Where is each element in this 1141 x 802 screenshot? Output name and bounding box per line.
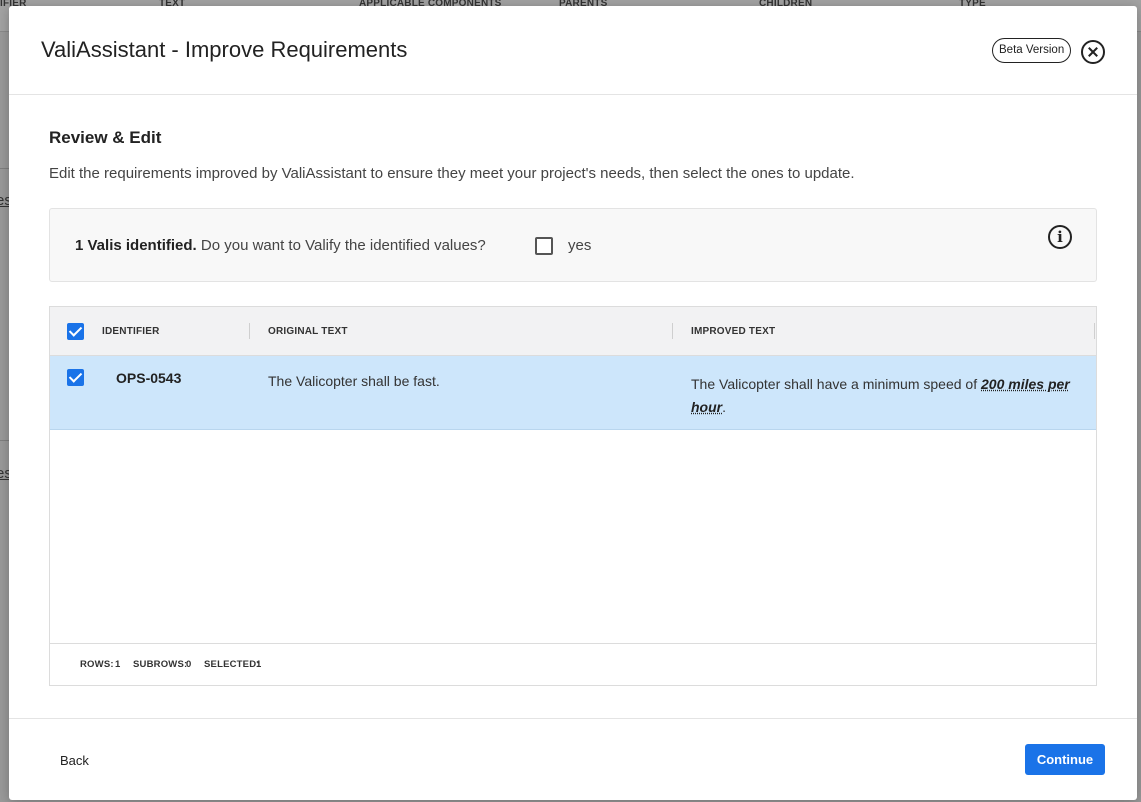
rows-label: ROWS:: [80, 659, 114, 670]
column-resize-handle[interactable]: [672, 323, 673, 339]
dialog-footer: Back Continue: [9, 718, 1137, 800]
selected-count: 1: [256, 659, 262, 670]
row-identifier: OPS-0543: [116, 370, 182, 386]
valify-yes-label[interactable]: yes: [568, 237, 591, 254]
info-icon[interactable]: i: [1048, 225, 1072, 249]
column-header-identifier[interactable]: IDENTIFIER: [102, 326, 160, 337]
subrows-count: 0: [186, 659, 192, 670]
row-select-checkbox[interactable]: [67, 369, 84, 386]
select-all-checkbox[interactable]: [67, 323, 84, 340]
improved-text-prefix: The Valicopter shall have a minimum spee…: [691, 376, 981, 392]
row-improved-text[interactable]: The Valicopter shall have a minimum spee…: [691, 373, 1071, 419]
grid-footer: ROWS: 1 SUBROWS: 0 SELECTED: 1: [50, 643, 1096, 685]
back-button[interactable]: Back: [60, 753, 89, 768]
section-description: Edit the requirements improved by ValiAs…: [49, 165, 855, 182]
section-title: Review & Edit: [49, 128, 162, 147]
close-icon[interactable]: [1081, 40, 1105, 64]
grid-header: IDENTIFIER ORIGINAL TEXT IMPROVED TEXT: [50, 307, 1096, 356]
improve-requirements-dialog: ValiAssistant - Improve Requirements Bet…: [9, 6, 1137, 800]
row-original-text[interactable]: The Valicopter shall be fast.: [268, 373, 440, 389]
improved-text-suffix: .: [722, 399, 726, 415]
subrows-label: SUBROWS:: [133, 659, 188, 670]
dialog-title: ValiAssistant - Improve Requirements: [41, 37, 408, 62]
rows-count: 1: [115, 659, 121, 670]
table-row[interactable]: OPS-0543 The Valicopter shall be fast. T…: [50, 356, 1096, 430]
requirements-grid: IDENTIFIER ORIGINAL TEXT IMPROVED TEXT O…: [49, 306, 1097, 686]
valify-checkbox[interactable]: [535, 237, 553, 255]
selected-label: SELECTED:: [204, 659, 260, 670]
column-resize-handle[interactable]: [1094, 323, 1095, 339]
column-header-original-text[interactable]: ORIGINAL TEXT: [268, 326, 348, 337]
valis-identified-panel: 1 Valis identified. Do you want to Valif…: [49, 208, 1097, 282]
column-header-improved-text[interactable]: IMPROVED TEXT: [691, 326, 775, 337]
valis-question-text: Do you want to Valify the identified val…: [196, 237, 486, 254]
valis-count: 1 Valis identified.: [75, 237, 197, 254]
column-resize-handle[interactable]: [249, 323, 250, 339]
valis-question: 1 Valis identified. Do you want to Valif…: [75, 237, 486, 254]
continue-button[interactable]: Continue: [1025, 744, 1105, 775]
beta-version-badge: Beta Version: [992, 38, 1072, 63]
dialog-header: ValiAssistant - Improve Requirements Bet…: [9, 6, 1137, 95]
